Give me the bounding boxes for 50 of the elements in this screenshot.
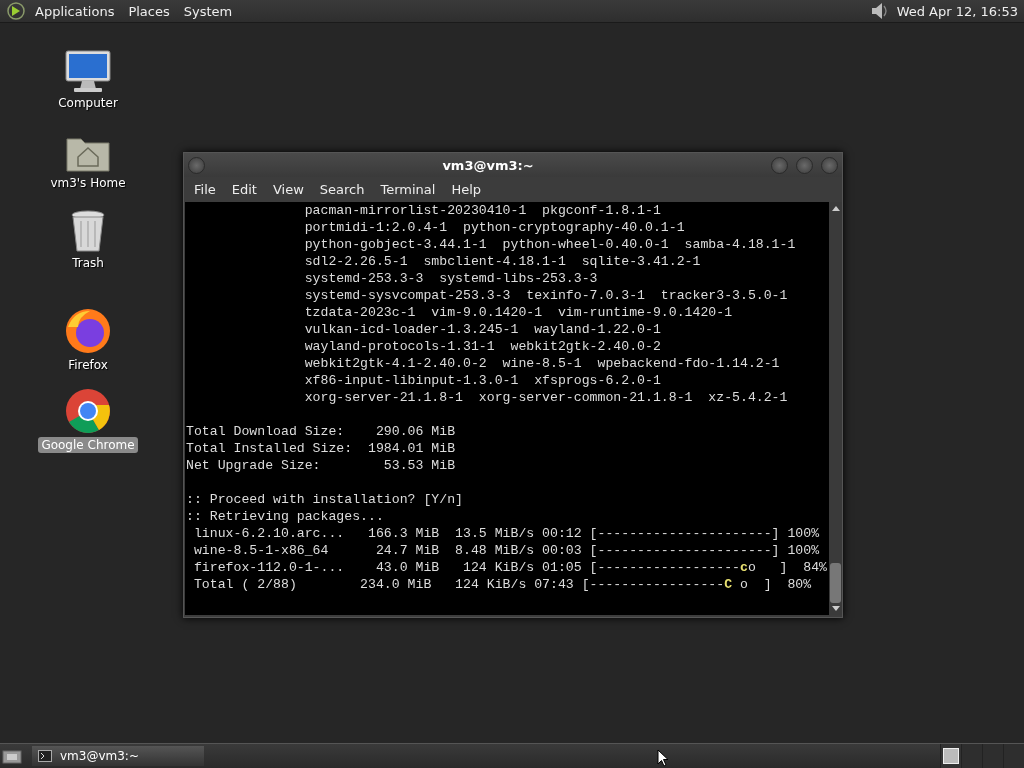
menu-item[interactable]: File <box>186 182 224 197</box>
clock[interactable]: Wed Apr 12, 16:53 <box>892 3 1020 19</box>
terminal-line: wayland-protocols-1.31-1 webkit2gtk-2.40.0-2 <box>303 338 662 355</box>
show-desktop-icon[interactable] <box>2 748 22 764</box>
terminal-line: tzdata-2023c-1 vim-9.0.1420-1 vim-runtime-9.0.1420-1 <box>303 304 734 321</box>
workspace-button[interactable] <box>940 744 961 768</box>
terminal-line: vulkan-icd-loader-1.3.245-1 wayland-1.22.0-1 <box>303 321 662 338</box>
icon-label[interactable]: vm3's Home <box>47 175 129 191</box>
scrollbar-thumb[interactable] <box>830 563 841 603</box>
terminal-icon <box>38 750 52 762</box>
panel-menu[interactable]: System <box>178 3 238 19</box>
terminal-line: pacman-mirrorlist-20230410-1 pkgconf-1.8.1-1 <box>303 202 662 219</box>
terminal-line: Total Download Size: 290.06 MiB <box>186 423 457 440</box>
terminal-line: sdl2-2.26.5-1 smbclient-4.18.1-1 sqlite-3.41.2-1 <box>303 253 702 270</box>
panel-menu[interactable]: Applications <box>30 3 120 19</box>
menu-item[interactable]: Edit <box>223 182 265 197</box>
progress-line: wine-8.5-1-x86_64 24.7 MiB 8.48 MiB/s 00:03 [----------------------] 100% <box>192 542 821 559</box>
menu-item[interactable]: Terminal <box>372 182 444 197</box>
progress-line: firefox-112.0-1-... 43.0 MiB 124 KiB/s 01:05 [------------------co ] 84% <box>192 559 829 576</box>
progress-line: linux-6.2.10.arc... 166.3 MiB 13.5 MiB/s 00:12 [----------------------] 100% <box>192 525 821 542</box>
terminal-line: Total Installed Size: 1984.01 MiB <box>186 440 457 457</box>
pointer-icon <box>657 749 669 767</box>
taskbar-button[interactable]: vm3@vm3:~ <box>32 746 204 766</box>
scroll-up-icon[interactable] <box>830 204 841 212</box>
scrollbar[interactable] <box>829 202 842 615</box>
terminal-line: webkit2gtk-4.1-2.40.0-2 wine-8.5-1 wpebackend-fdo-1.14.2-1 <box>303 355 781 372</box>
terminal-line: portmidi-1:2.0.4-1 python-cryptography-40.0.1-1 <box>303 219 686 236</box>
terminal-line: xf86-input-libinput-1.3.0-1 xfsprogs-6.2.0-1 <box>303 372 662 389</box>
menu-item[interactable]: Search <box>311 182 373 197</box>
trash-icon[interactable] <box>69 209 107 253</box>
scroll-down-icon[interactable] <box>830 605 841 613</box>
menu-item[interactable]: Help <box>443 182 490 197</box>
icon-label[interactable]: Trash <box>69 255 107 271</box>
icon-label[interactable]: Firefox <box>65 357 111 373</box>
window-title: vm3@vm3:~ <box>441 157 535 173</box>
terminal-line: systemd-253.3-3 systemd-libs-253.3-3 <box>303 270 599 287</box>
terminal-line: :: Retrieving packages... <box>186 508 385 525</box>
chrome-icon[interactable] <box>64 387 112 435</box>
logo-icon[interactable] <box>6 1 26 21</box>
terminal-line: python-gobject-3.44.1-1 python-wheel-0.40.0-1 samba-4.18.1-1 <box>303 236 797 253</box>
menu-item[interactable]: View <box>264 182 312 197</box>
progress-line: Total ( 2/88) 234.0 MiB 124 KiB/s 07:43 [-----------------C o ] 80% <box>192 576 813 593</box>
firefox-icon[interactable] <box>64 307 112 355</box>
icon-label[interactable]: Computer <box>55 95 121 111</box>
terminal-line: systemd-sysvcompat-253.3-3 texinfo-7.0.3-1 tracker3-3.5.0-1 <box>303 287 789 304</box>
monitor-icon[interactable] <box>64 49 112 93</box>
terminal-line: Net Upgrade Size: 53.53 MiB <box>186 457 457 474</box>
terminal-line: :: Proceed with installation? [Y/n] <box>186 491 464 508</box>
terminal-line: xorg-server-21.1.8-1 xorg-server-common-21.1.8-1 xz-5.4.2-1 <box>303 389 789 406</box>
panel-menu[interactable]: Places <box>123 3 175 19</box>
